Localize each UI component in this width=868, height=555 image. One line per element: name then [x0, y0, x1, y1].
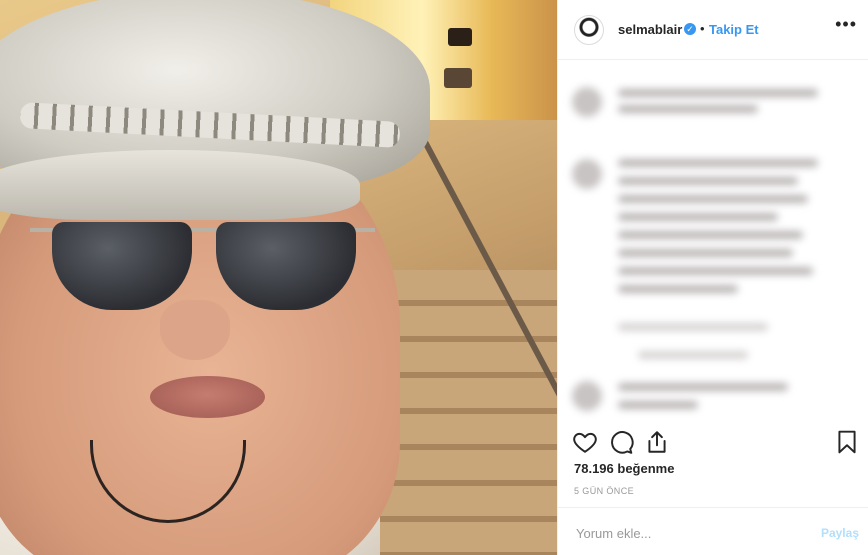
comment-text-blurred — [618, 231, 803, 239]
comment-text-blurred — [618, 285, 738, 293]
post-header: selmablair ✓ • Takip Et ••• — [558, 0, 868, 60]
bookmark-icon[interactable] — [834, 429, 860, 455]
comment-text-blurred — [618, 249, 793, 257]
comment-form: Paylaş — [558, 507, 868, 555]
comments-list[interactable] — [558, 61, 868, 425]
more-options-icon[interactable]: ••• — [835, 14, 857, 35]
comment-text-blurred — [618, 213, 778, 221]
instagram-post: selmablair ✓ • Takip Et ••• 78.196 beğen… — [0, 0, 868, 555]
lips — [150, 376, 265, 418]
post-photo[interactable] — [0, 0, 557, 555]
like-count[interactable]: 78.196 beğenme — [574, 461, 674, 476]
share-icon[interactable] — [644, 429, 670, 455]
comment-text-blurred — [618, 159, 818, 167]
nose — [160, 300, 230, 360]
cap-brim — [0, 150, 360, 220]
comment-text-blurred — [618, 89, 818, 97]
post-comment-button[interactable]: Paylaş — [821, 526, 859, 540]
heart-icon[interactable] — [572, 429, 598, 455]
avatar[interactable] — [574, 15, 604, 45]
post-timestamp[interactable]: 5 GÜN ÖNCE — [574, 486, 634, 496]
comment-avatar — [572, 159, 602, 189]
username-link[interactable]: selmablair — [618, 22, 682, 37]
verified-badge-icon: ✓ — [684, 23, 696, 35]
comment-avatar — [572, 381, 602, 411]
post-side-panel: selmablair ✓ • Takip Et ••• 78.196 beğen… — [557, 0, 868, 555]
comment-meta-blurred — [618, 323, 768, 331]
comment-text-blurred — [618, 177, 798, 185]
view-replies-blurred — [638, 351, 748, 359]
header-separator: • — [700, 21, 705, 36]
comment-text-blurred — [618, 267, 813, 275]
comment-avatar — [572, 87, 602, 117]
comment-text-blurred — [618, 195, 808, 203]
comment-text-blurred — [618, 105, 758, 113]
comment-input[interactable] — [574, 522, 808, 544]
comment-text-blurred — [618, 401, 698, 409]
background-bag — [448, 28, 472, 46]
comment-text-blurred — [618, 383, 788, 391]
follow-button[interactable]: Takip Et — [709, 22, 759, 37]
comment-icon[interactable] — [608, 429, 634, 455]
background-bag — [444, 68, 472, 88]
